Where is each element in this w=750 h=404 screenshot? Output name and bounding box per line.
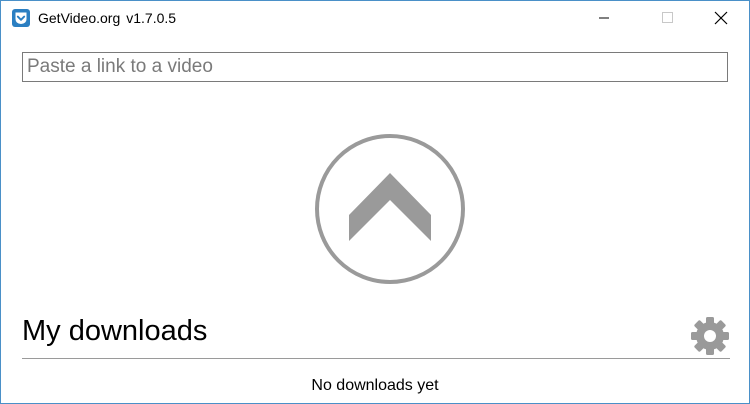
app-logo-icon [12, 9, 30, 27]
close-button[interactable] [698, 1, 744, 35]
upload-button[interactable] [314, 133, 466, 285]
chevron-up-icon [349, 173, 431, 241]
maximize-icon [662, 12, 673, 23]
window-title: GetVideo.org v1.7.0.5 [38, 10, 176, 26]
video-url-input[interactable] [22, 52, 728, 82]
downloads-heading: My downloads [22, 315, 208, 347]
minimize-button[interactable] [581, 1, 627, 35]
app-name: GetVideo.org [38, 10, 121, 26]
app-window: GetVideo.org v1.7.0.5 My downloads [0, 0, 750, 404]
empty-downloads-message: No downloads yet [311, 377, 439, 394]
close-icon [714, 11, 728, 25]
app-version: v1.7.0.5 [126, 10, 177, 26]
minimize-icon [599, 17, 609, 19]
title-bar[interactable]: GetVideo.org v1.7.0.5 [1, 1, 749, 35]
settings-button[interactable] [690, 316, 730, 356]
maximize-button[interactable] [645, 1, 691, 35]
section-divider [22, 358, 730, 359]
